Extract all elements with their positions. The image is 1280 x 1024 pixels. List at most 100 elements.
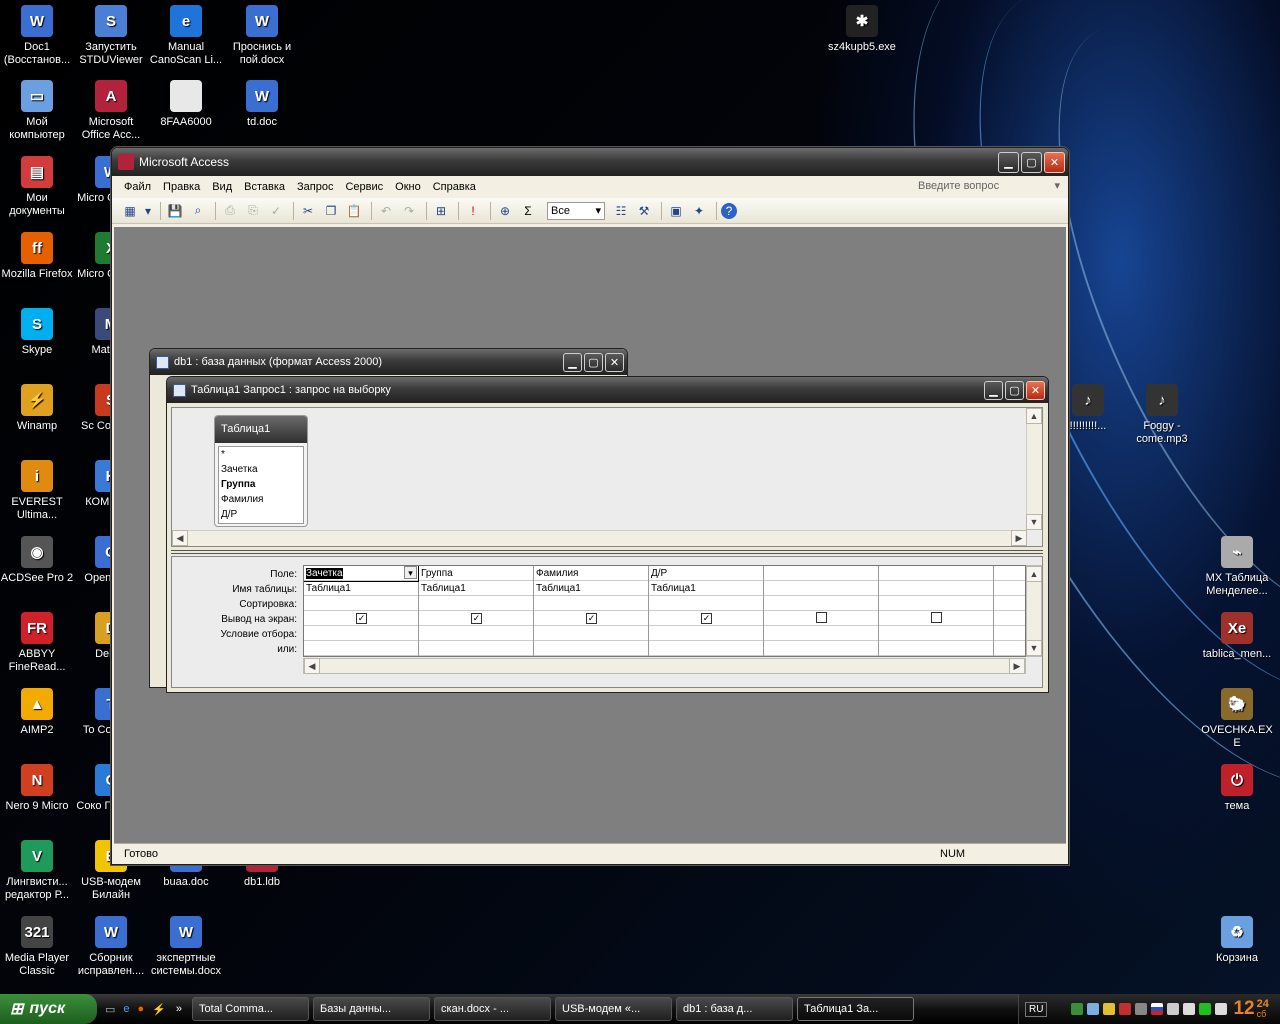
menu-insert[interactable]: Вставка bbox=[238, 181, 291, 193]
grid-column[interactable]: Зачетка ▾ Таблица1 ✓ bbox=[304, 566, 419, 656]
quick-launch-winamp-icon[interactable]: ⚡ bbox=[152, 1003, 166, 1016]
tray-app-icon[interactable] bbox=[1135, 1003, 1148, 1015]
desktop-icon[interactable]: ▤ Мои документы bbox=[0, 156, 75, 218]
desktop-icon[interactable]: ⚡ Winamp bbox=[0, 384, 75, 433]
criteria-cell[interactable] bbox=[304, 626, 418, 641]
scroll-up-icon[interactable]: ▲ bbox=[1026, 408, 1042, 424]
language-indicator[interactable]: RU bbox=[1025, 1001, 1048, 1017]
desktop-icon[interactable]: ♪ Foggy - come.mp3 bbox=[1124, 384, 1200, 446]
task-databases-doc[interactable]: Базы данны... bbox=[313, 997, 431, 1021]
menu-view[interactable]: Вид bbox=[206, 181, 238, 193]
query-type-icon[interactable]: ⊞ bbox=[431, 201, 451, 221]
grid-column[interactable] bbox=[764, 566, 879, 656]
desktop-icon[interactable]: S Запустить STDUViewer bbox=[73, 5, 149, 67]
sort-cell[interactable] bbox=[764, 596, 878, 611]
scroll-down-icon[interactable]: ▼ bbox=[1026, 640, 1042, 656]
start-button[interactable]: ⊞ пуск bbox=[0, 994, 97, 1024]
scroll-right-icon[interactable]: ▶ bbox=[1009, 658, 1025, 674]
task-total-commander[interactable]: Total Comma... bbox=[192, 997, 310, 1021]
desktop-icon[interactable]: S Skype bbox=[0, 308, 75, 357]
show-table-icon[interactable]: ⊕ bbox=[495, 201, 515, 221]
or-cell[interactable] bbox=[419, 641, 533, 656]
field-cell[interactable] bbox=[879, 566, 993, 581]
grid-column[interactable]: Группа Таблица1 ✓ bbox=[419, 566, 534, 656]
desktop-icon[interactable]: 8FAA6000 bbox=[148, 80, 224, 129]
ask-question-box[interactable]: Введите вопрос ▾ bbox=[914, 178, 1062, 195]
close-button[interactable]: ✕ bbox=[1044, 151, 1065, 173]
query-design-window[interactable]: Таблица1 Запрос1 : запрос на выборку ▁ ▢… bbox=[166, 376, 1049, 693]
table-cell[interactable]: Таблица1 bbox=[649, 581, 763, 596]
field-list-item[interactable]: * bbox=[219, 447, 303, 462]
sort-cell[interactable] bbox=[879, 596, 993, 611]
grid-horizontal-scrollbar[interactable]: ◀ ▶ bbox=[303, 658, 1026, 674]
maximize-button[interactable]: ▢ bbox=[584, 352, 603, 372]
show-checkbox[interactable]: ✓ bbox=[356, 613, 367, 624]
desktop-icon[interactable]: V Лингвисти... редактор Р... bbox=[0, 840, 75, 902]
field-cell[interactable]: Группа bbox=[419, 566, 533, 581]
grid-column[interactable] bbox=[879, 566, 994, 656]
desktop-icon[interactable]: ▲ AIMP2 bbox=[0, 688, 75, 737]
criteria-cell[interactable] bbox=[879, 626, 993, 641]
field-list-title[interactable]: Таблица1 bbox=[215, 416, 307, 443]
field-list-item[interactable]: Группа bbox=[219, 477, 303, 492]
minimize-button[interactable]: ▁ bbox=[984, 380, 1003, 400]
desktop-icon[interactable]: Wэкспертные системы.docx bbox=[148, 916, 224, 978]
scroll-down-icon[interactable]: ▼ bbox=[1026, 514, 1042, 530]
sort-cell[interactable] bbox=[994, 596, 1025, 611]
desktop-icon[interactable]: ◉ ACDSee Pro 2 bbox=[0, 536, 75, 585]
grid-column[interactable]: Д/Р Таблица1 ✓ bbox=[649, 566, 764, 656]
maximize-button[interactable]: ▢ bbox=[1021, 151, 1042, 173]
print-icon[interactable]: ⎙ bbox=[220, 201, 240, 221]
grid-columns[interactable]: Зачетка ▾ Таблица1 ✓ Группа Таблица1 ✓ Фамилия Т… bbox=[303, 565, 1026, 657]
horizontal-scrollbar[interactable]: ◀ ▶ bbox=[172, 530, 1027, 546]
undo-icon[interactable]: ↶ bbox=[376, 201, 396, 221]
query-window-title-bar[interactable]: Таблица1 Запрос1 : запрос на выборку ▁ ▢… bbox=[167, 377, 1048, 403]
field-cell[interactable] bbox=[994, 566, 1025, 581]
or-cell[interactable] bbox=[649, 641, 763, 656]
or-cell[interactable] bbox=[764, 641, 878, 656]
totals-icon[interactable]: Σ bbox=[518, 201, 538, 221]
desktop-icon[interactable]: i EVEREST Ultima... bbox=[0, 460, 75, 522]
quick-launch-ie-icon[interactable]: e bbox=[123, 1003, 129, 1015]
desktop-icon[interactable]: Xe tablica_men... bbox=[1199, 612, 1275, 661]
scroll-up-icon[interactable]: ▲ bbox=[1026, 566, 1042, 582]
tray-app-icon[interactable] bbox=[1087, 1003, 1100, 1015]
field-cell[interactable]: Д/Р bbox=[649, 566, 763, 581]
desktop-icon[interactable]: ⌁ MX Таблица Менделее... bbox=[1199, 536, 1275, 598]
chevron-down-icon[interactable]: ▾ bbox=[143, 201, 153, 221]
close-button[interactable]: ✕ bbox=[605, 352, 624, 372]
tray-app-icon[interactable] bbox=[1103, 1003, 1116, 1015]
russian-flag-icon[interactable] bbox=[1151, 1003, 1164, 1015]
pane-splitter[interactable] bbox=[171, 550, 1043, 554]
antivirus-icon[interactable] bbox=[1119, 1003, 1132, 1015]
vertical-scrollbar[interactable]: ▲ ▼ bbox=[1026, 408, 1042, 530]
desktop-icon[interactable]: ✱ sz4kupb5.exe bbox=[824, 5, 900, 54]
or-cell[interactable] bbox=[304, 641, 418, 656]
view-icon[interactable]: ▦ bbox=[120, 201, 140, 221]
desktop-icon[interactable]: FR ABBYY FineRead... bbox=[0, 612, 75, 674]
grid-column[interactable]: Фамилия Таблица1 ✓ bbox=[534, 566, 649, 656]
field-list-table1[interactable]: Таблица1 * Зачетка Группа Фамилия Д/Р bbox=[214, 415, 308, 527]
desktop-icon[interactable]: W Проснись и пой.docx bbox=[224, 5, 300, 67]
menu-query[interactable]: Запрос bbox=[291, 181, 339, 193]
table-cell[interactable]: Таблица1 bbox=[304, 581, 418, 596]
desktop-icon[interactable]: ⏻ тема bbox=[1199, 764, 1275, 813]
show-checkbox[interactable] bbox=[931, 612, 942, 623]
or-cell[interactable] bbox=[994, 641, 1025, 656]
copy-icon[interactable]: ❐ bbox=[321, 201, 341, 221]
show-checkbox[interactable]: ✓ bbox=[471, 613, 482, 624]
field-cell[interactable]: Фамилия bbox=[534, 566, 648, 581]
sort-cell[interactable] bbox=[534, 596, 648, 611]
quick-launch-firefox-icon[interactable]: ● bbox=[138, 1003, 145, 1015]
minimize-button[interactable]: ▁ bbox=[998, 151, 1019, 173]
show-checkbox[interactable]: ✓ bbox=[701, 613, 712, 624]
show-checkbox[interactable]: ✓ bbox=[586, 613, 597, 624]
database-window-icon[interactable]: ▣ bbox=[666, 201, 686, 221]
desktop-icon[interactable]: Wtd.doc bbox=[224, 80, 300, 129]
database-window-title-bar[interactable]: db1 : база данных (формат Access 2000) ▁… bbox=[150, 349, 627, 375]
tray-app-icon[interactable] bbox=[1215, 1003, 1228, 1015]
table-cell[interactable] bbox=[994, 581, 1025, 596]
tray-app-icon[interactable] bbox=[1199, 1003, 1212, 1015]
spell-check-icon[interactable]: ✓ bbox=[266, 201, 286, 221]
task-db1[interactable]: db1 : база д... bbox=[676, 997, 794, 1021]
